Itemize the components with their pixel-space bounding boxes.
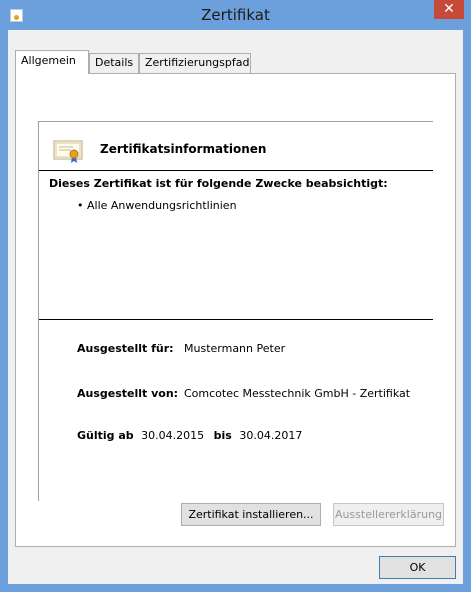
certificate-icon <box>53 140 83 163</box>
info-heading: Zertifikatsinformationen <box>100 142 267 156</box>
validity-row: Gültig ab 30.04.2015 bis 30.04.2017 <box>77 429 302 442</box>
dialog-body: Allgemein Details Zertifizierungspfad Ze… <box>8 30 463 584</box>
issued-to-row: Ausgestellt für: Mustermann Peter <box>77 342 285 355</box>
title-bar[interactable]: Zertifikat ✕ <box>0 0 471 30</box>
install-certificate-button[interactable]: Zertifikat installieren... <box>181 503 321 526</box>
issued-by-label: Ausgestellt von: <box>77 387 179 400</box>
valid-from-value: 30.04.2015 <box>141 429 205 442</box>
issued-by-value: Comcotec Messtechnik GmbH - Zertifikat <box>184 387 411 400</box>
issued-to-label: Ausgestellt für: <box>77 342 174 355</box>
valid-from-label: Gültig ab <box>77 429 134 442</box>
certificate-info-box: Zertifikatsinformationen Dieses Zertifik… <box>38 121 433 501</box>
close-button[interactable]: ✕ <box>434 0 464 19</box>
window-title: Zertifikat <box>201 6 270 24</box>
ok-button[interactable]: OK <box>379 556 456 579</box>
tab-panel-general: Zertifikatsinformationen Dieses Zertifik… <box>15 73 456 547</box>
divider <box>39 319 433 320</box>
tab-general[interactable]: Allgemein <box>15 50 89 74</box>
tab-details[interactable]: Details <box>89 53 139 73</box>
issued-by-row: Ausgestellt von: Comcotec Messtechnik Gm… <box>77 387 410 400</box>
divider <box>39 170 433 171</box>
tab-certification-path[interactable]: Zertifizierungspfad <box>139 53 251 73</box>
purpose-item: • Alle Anwendungsrichtlinien <box>77 199 237 212</box>
issued-to-value: Mustermann Peter <box>184 342 286 355</box>
purpose-title: Dieses Zertifikat ist für folgende Zweck… <box>49 177 388 190</box>
valid-to-label: bis <box>213 429 232 442</box>
valid-to-value: 30.04.2017 <box>239 429 303 442</box>
certificate-dialog: Zertifikat ✕ Allgemein Details Zertifizi… <box>0 0 471 592</box>
issuer-statement-button[interactable]: Ausstellererklärung <box>333 503 444 526</box>
